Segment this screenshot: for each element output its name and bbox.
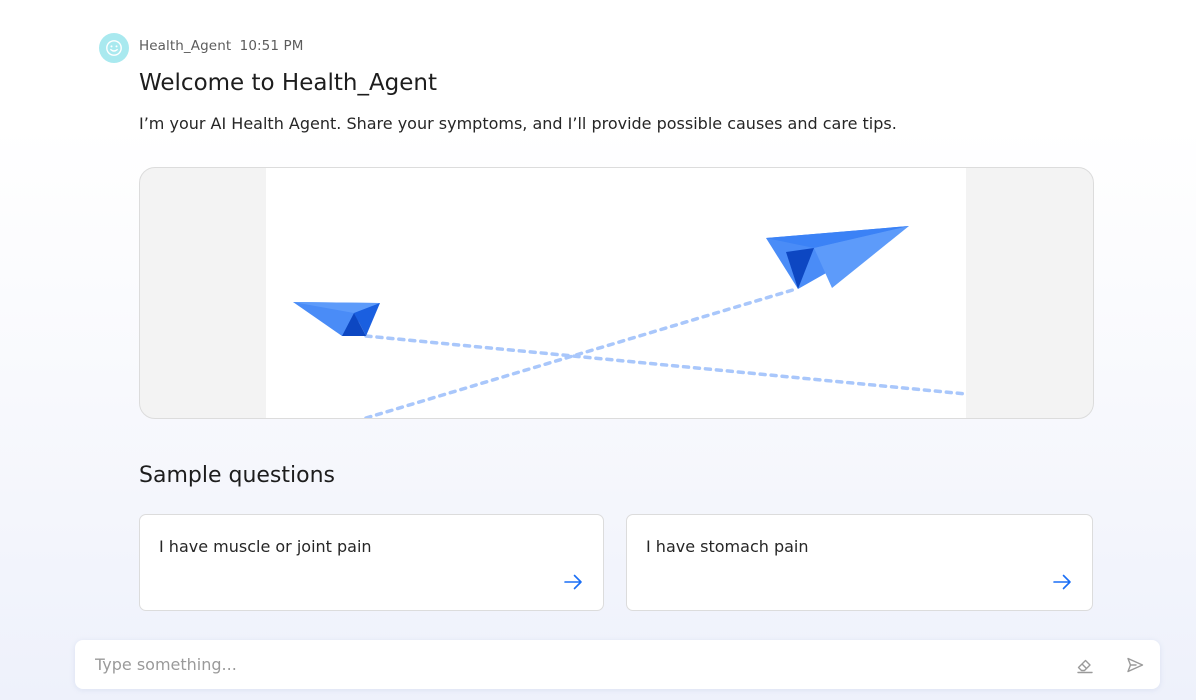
sample-question-text: I have muscle or joint pain (159, 537, 372, 556)
message-composer (75, 640, 1160, 689)
large-plane-icon (766, 226, 909, 289)
agent-name: Health_Agent (139, 38, 232, 54)
sample-question-card[interactable]: I have muscle or joint pain (139, 514, 604, 611)
smiley-icon (106, 40, 122, 56)
send-button[interactable] (1125, 655, 1145, 675)
message-input[interactable] (95, 640, 1035, 689)
trail-line (364, 287, 798, 418)
message-time: 10:51 PM (239, 38, 304, 54)
send-icon (1127, 657, 1144, 673)
arrow-right-icon (564, 574, 582, 590)
chat-message: Health_Agent 10:51 PM Welcome to Health_… (0, 0, 1196, 630)
arrow-right-icon (1053, 574, 1071, 590)
eraser-icon (1077, 659, 1093, 674)
sample-questions-title: Sample questions (139, 463, 335, 488)
media-card (139, 167, 1094, 419)
agent-avatar (99, 33, 129, 63)
welcome-intro: I’m your AI Health Agent. Share your sym… (139, 114, 897, 133)
paper-planes-illustration (266, 168, 966, 418)
message-meta: Health_Agent 10:51 PM (139, 38, 303, 54)
welcome-title: Welcome to Health_Agent (139, 70, 438, 96)
sample-question-text: I have stomach pain (646, 537, 809, 556)
small-plane-icon (293, 302, 380, 336)
sample-question-card[interactable]: I have stomach pain (626, 514, 1093, 611)
trail-line (364, 334, 966, 396)
clear-button[interactable] (1075, 655, 1095, 675)
